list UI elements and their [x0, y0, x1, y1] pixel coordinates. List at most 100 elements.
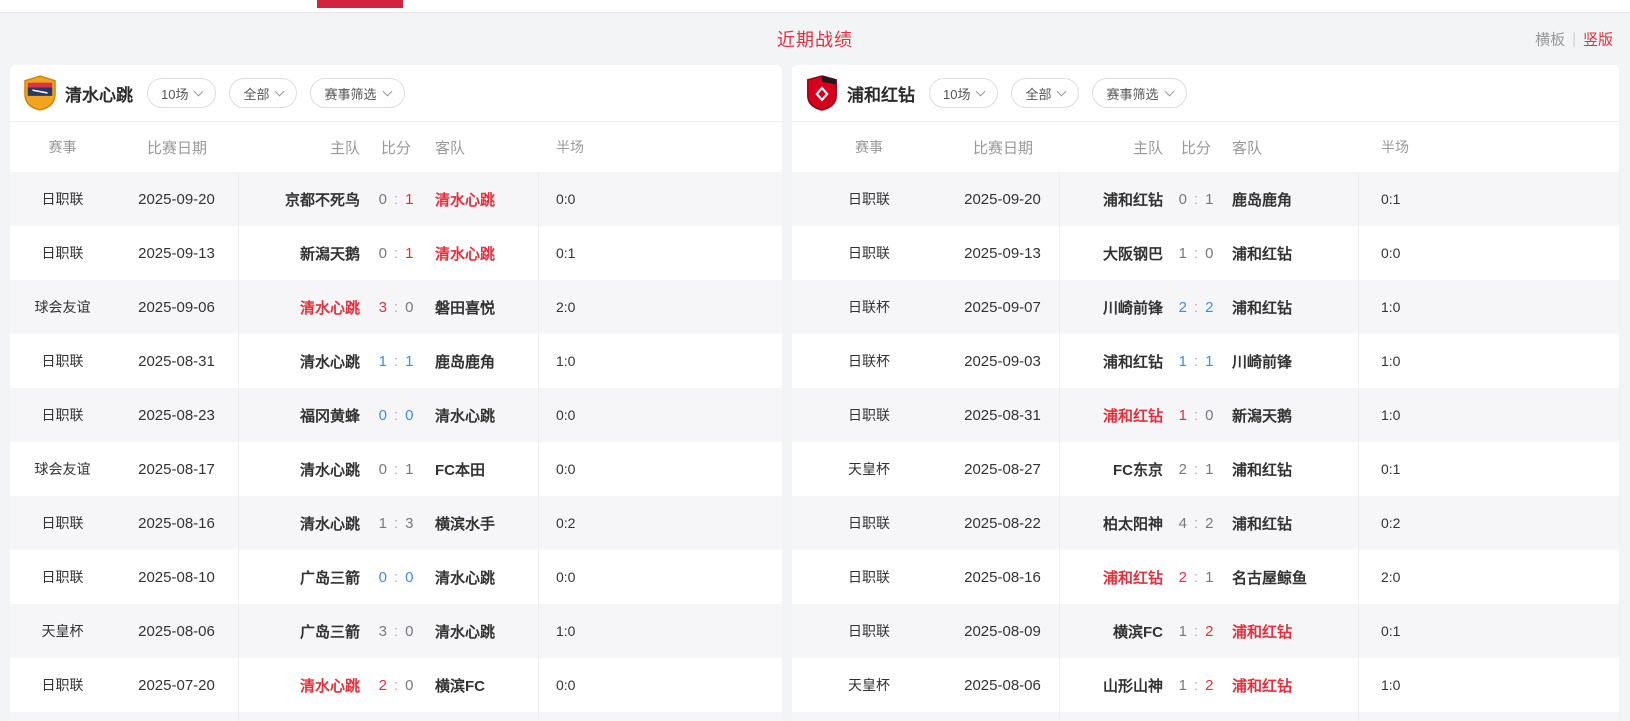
halftime-cell: 2:0 — [539, 280, 782, 334]
competition-cell: 天皇杯 — [792, 658, 946, 712]
score-cell: 2:1 — [1163, 550, 1229, 604]
match-row[interactable]: 日职联2025-08-16浦和红钻2:1名古屋鲸鱼2:0 — [792, 550, 1619, 604]
halftime-cell: 0:0 — [1359, 226, 1619, 280]
halftime-cell: 0:0 — [539, 442, 782, 496]
competition-filter[interactable]: 赛事筛选 — [310, 78, 404, 108]
match-row[interactable]: 日职联2025-08-31浦和红钻1:0新潟天鹅1:0 — [792, 388, 1619, 442]
away-score: 1 — [1205, 569, 1213, 586]
home-team-cell: 山形山神 — [1060, 658, 1163, 712]
date-cell: 2025-09-13 — [115, 226, 239, 280]
match-row[interactable]: 球会友谊2025-08-17清水心跳0:1FC本田0:0 — [10, 442, 782, 496]
competition-cell: 日职联 — [10, 496, 115, 550]
competition-cell: 日职联 — [10, 172, 115, 226]
date-cell: 2025-08-31 — [115, 334, 239, 388]
col-score: 比分 — [360, 122, 432, 172]
match-row[interactable]: 日职联2025-08-22柏太阳神4:2浦和红钻0:2 — [792, 496, 1619, 550]
home-team-cell: 横滨FC — [1060, 604, 1163, 658]
scope-filter[interactable]: 全部 — [1011, 78, 1079, 108]
away-team-cell: 磐田喜悦 — [432, 280, 539, 334]
away-team-cell: 横滨水手 — [432, 496, 539, 550]
away-team-cell: 浦和红钻 — [1229, 496, 1359, 550]
scope-filter[interactable]: 全部 — [229, 78, 297, 108]
competition-cell: 日职联 — [10, 334, 115, 388]
score-colon: : — [1194, 245, 1198, 262]
match-row-partial[interactable] — [792, 712, 1619, 721]
match-row[interactable]: 日职联2025-09-13新潟天鹅0:1清水心跳0:1 — [10, 226, 782, 280]
col-away: 客队 — [432, 122, 539, 172]
competition-filter[interactable]: 赛事筛选 — [1092, 78, 1186, 108]
score-colon: : — [394, 623, 398, 640]
match-row[interactable]: 天皇杯2025-08-06山形山神1:2浦和红钻1:0 — [792, 658, 1619, 712]
away-score: 1 — [1205, 191, 1213, 208]
match-row[interactable]: 日联杯2025-09-03浦和红钻1:1川崎前锋1:0 — [792, 334, 1619, 388]
home-team-cell: 川崎前锋 — [1060, 280, 1163, 334]
halftime-cell: 1:0 — [1359, 658, 1619, 712]
score-cell: 1:0 — [1163, 226, 1229, 280]
away-team-cell: 横滨FC — [432, 658, 539, 712]
active-tab-indicator[interactable] — [317, 0, 403, 8]
match-row[interactable]: 日职联2025-09-20浦和红钻0:1鹿岛鹿角0:1 — [792, 172, 1619, 226]
home-team-cell: 京都不死鸟 — [239, 172, 360, 226]
halftime-cell: 1:0 — [539, 604, 782, 658]
competition-cell: 球会友谊 — [10, 442, 115, 496]
home-score: 3 — [379, 299, 387, 316]
away-team-cell: 清水心跳 — [432, 172, 539, 226]
competition-cell: 日职联 — [10, 550, 115, 604]
home-team-cell: 福冈黄蜂 — [239, 388, 360, 442]
score-colon: : — [1194, 677, 1198, 694]
competition-cell: 天皇杯 — [792, 442, 946, 496]
match-row[interactable]: 日联杯2025-09-07川崎前锋2:2浦和红钻1:0 — [792, 280, 1619, 334]
match-row[interactable]: 日职联2025-08-09横滨FC1:2浦和红钻0:1 — [792, 604, 1619, 658]
match-row[interactable]: 日职联2025-08-10广岛三箭0:0清水心跳0:0 — [10, 550, 782, 604]
score-colon: : — [1194, 623, 1198, 640]
home-score: 0 — [379, 191, 387, 208]
competition-cell: 日职联 — [792, 550, 946, 604]
competition-cell: 日职联 — [792, 172, 946, 226]
halftime-cell: 0:2 — [1359, 496, 1619, 550]
score-colon: : — [394, 407, 398, 424]
match-count-filter[interactable]: 10场 — [147, 78, 216, 108]
home-team-cell: 浦和红钻 — [1060, 172, 1163, 226]
chevron-down-icon — [382, 86, 392, 96]
match-row[interactable]: 日职联2025-08-16清水心跳1:3横滨水手0:2 — [10, 496, 782, 550]
score-colon: : — [394, 191, 398, 208]
match-row[interactable]: 日职联2025-08-23福冈黄蜂0:0清水心跳0:0 — [10, 388, 782, 442]
match-row[interactable]: 天皇杯2025-08-06广岛三箭3:0清水心跳1:0 — [10, 604, 782, 658]
home-score: 3 — [379, 623, 387, 640]
score-colon: : — [1194, 299, 1198, 316]
col-score: 比分 — [1163, 122, 1229, 172]
away-score: 0 — [1205, 407, 1213, 424]
away-score: 2 — [1205, 515, 1213, 532]
match-count-filter[interactable]: 10场 — [929, 78, 998, 108]
score-cell: 0:1 — [1163, 172, 1229, 226]
away-score: 2 — [1205, 623, 1213, 640]
home-score: 1 — [379, 353, 387, 370]
match-row-partial[interactable] — [10, 712, 782, 721]
match-row[interactable]: 日职联2025-07-20清水心跳2:0横滨FC0:0 — [10, 658, 782, 712]
layout-vertical-link[interactable]: 竖版 — [1583, 29, 1613, 50]
col-home: 主队 — [239, 122, 360, 172]
chevron-down-icon — [1057, 86, 1067, 96]
match-row[interactable]: 日职联2025-09-13大阪钢巴1:0浦和红钻0:0 — [792, 226, 1619, 280]
home-score: 0 — [379, 245, 387, 262]
date-cell: 2025-09-20 — [115, 172, 239, 226]
col-away: 客队 — [1229, 122, 1359, 172]
score-colon: : — [394, 299, 398, 316]
match-row[interactable]: 球会友谊2025-09-06清水心跳3:0磐田喜悦2:0 — [10, 280, 782, 334]
date-cell: 2025-09-20 — [946, 172, 1060, 226]
home-score: 0 — [379, 407, 387, 424]
score-colon: : — [394, 461, 398, 478]
score-cell: 1:1 — [1163, 334, 1229, 388]
score-colon: : — [1194, 191, 1198, 208]
home-team-cell: 清水心跳 — [239, 658, 360, 712]
match-row[interactable]: 日职联2025-09-20京都不死鸟0:1清水心跳0:0 — [10, 172, 782, 226]
halftime-cell: 0:0 — [539, 658, 782, 712]
home-team-cell: 广岛三箭 — [239, 604, 360, 658]
score-colon: : — [394, 677, 398, 694]
match-row[interactable]: 天皇杯2025-08-27FC东京2:1浦和红钻0:1 — [792, 442, 1619, 496]
team-header: 浦和红钻 10场 全部 赛事筛选 — [792, 65, 1619, 122]
home-score: 1 — [1179, 677, 1187, 694]
layout-horizontal-link[interactable]: 横板 — [1535, 29, 1565, 50]
match-row[interactable]: 日职联2025-08-31清水心跳1:1鹿岛鹿角1:0 — [10, 334, 782, 388]
competition-cell: 日职联 — [10, 388, 115, 442]
